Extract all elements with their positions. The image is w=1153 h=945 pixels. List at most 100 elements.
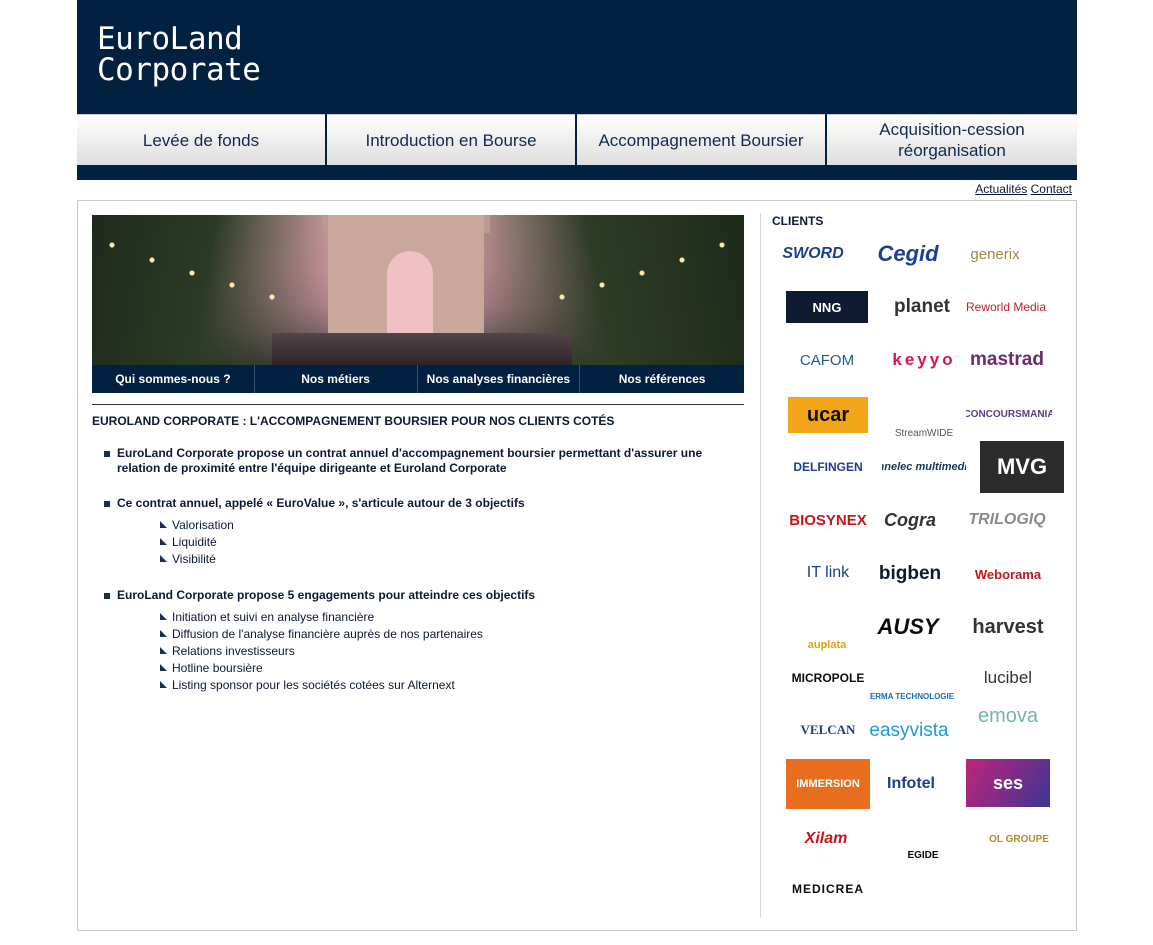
triangle-bullet-icon: [160, 664, 167, 671]
list-item: Listing sponsor pour les sociétés cotées…: [117, 677, 732, 694]
contact-link[interactable]: Contact: [1031, 182, 1072, 196]
nav-tab-label: Levée de fonds: [142, 130, 260, 150]
paragraph-1: EuroLand Corporate propose un contrat an…: [92, 446, 732, 476]
paragraph-3-text: EuroLand Corporate propose 5 engagements…: [117, 588, 536, 602]
client-logo-streamwide[interactable]: StreamWIDE: [882, 391, 966, 439]
client-logo-concoursmania[interactable]: CONCOURSMANIA: [966, 399, 1052, 429]
list-item-text: Visibilité: [172, 552, 216, 566]
client-logo-bigben[interactable]: bigben: [870, 557, 950, 591]
commitments-list: Initiation et suivi en analyse financièr…: [117, 609, 732, 694]
nav-tab-label: Acquisition-cession réorganisation: [879, 119, 1025, 161]
client-logo-ausy[interactable]: AUSY: [868, 611, 948, 643]
list-item-text: Hotline boursière: [172, 661, 263, 675]
client-logo-cogra[interactable]: Cogra: [870, 505, 950, 535]
list-item: Visibilité: [117, 551, 732, 568]
client-logo-egide[interactable]: EGIDE: [898, 815, 948, 861]
square-bullet-icon: [104, 593, 110, 599]
paragraph-2-text: Ce contrat annuel, appelé « EuroValue »,…: [117, 496, 525, 510]
nav-tab-label-line-2: réorganisation: [898, 141, 1006, 160]
triangle-bullet-icon: [160, 521, 167, 528]
list-item: Liquidité: [117, 534, 732, 551]
client-logo-nng[interactable]: NNG: [786, 291, 868, 323]
sub-navigation: Qui sommes-nous ? Nos métiers Nos analys…: [92, 365, 744, 393]
objectives-list: Valorisation Liquidité Visibilité: [117, 517, 732, 568]
client-logo-micropole[interactable]: MICROPOLE: [786, 663, 870, 693]
client-logo-delfingen[interactable]: DELFINGEN: [786, 453, 870, 481]
square-bullet-icon: [104, 501, 110, 507]
column-separator: [760, 213, 761, 917]
list-item: Relations investisseurs: [117, 643, 732, 660]
square-bullet-icon: [104, 451, 110, 457]
nav-tab-label: Accompagnement Boursier: [598, 130, 804, 150]
client-logo-mastrad[interactable]: mastrad: [966, 345, 1048, 375]
client-logo-trilogiq[interactable]: TRILOGIQ: [966, 505, 1048, 535]
list-item: Diffusion de l'analyse financière auprès…: [117, 626, 732, 643]
client-logo-cegid[interactable]: Cegid: [868, 237, 948, 271]
client-logo-cafom[interactable]: CAFOM: [786, 343, 868, 377]
list-item: Initiation et suivi en analyse financièr…: [117, 609, 732, 626]
client-logo-keyyo[interactable]: keyyo: [882, 345, 966, 375]
triangle-bullet-icon: [160, 630, 167, 637]
list-item-text: Initiation et suivi en analyse financièr…: [172, 610, 375, 624]
nav-tab-levee-de-fonds[interactable]: Levée de fonds: [77, 114, 325, 165]
client-logo-biosynex[interactable]: BIOSYNEX: [786, 505, 870, 535]
subnav-references[interactable]: Nos références: [580, 365, 744, 393]
client-logo-infotel[interactable]: Infotel: [870, 767, 952, 801]
paragraph-1-text: EuroLand Corporate propose un contrat an…: [117, 446, 703, 475]
subnav-analyses[interactable]: Nos analyses financières: [418, 365, 581, 393]
paragraph-3: EuroLand Corporate propose 5 engagements…: [92, 588, 732, 694]
nav-tab-acquisition-cession[interactable]: Acquisition-cession réorganisation: [827, 114, 1077, 165]
list-item-text: Diffusion de l'analyse financière auprès…: [172, 627, 483, 641]
hero-image-champs-elysees: [92, 215, 744, 365]
triangle-bullet-icon: [160, 613, 167, 620]
brand-line-1: EuroLand: [97, 21, 243, 57]
client-logo-immersion[interactable]: IMMERSION: [786, 759, 870, 809]
utility-links: Actualités Contact: [975, 182, 1072, 196]
nav-tab-label: Introduction en Bourse: [365, 130, 537, 150]
nav-tab-accompagnement-boursier[interactable]: Accompagnement Boursier: [577, 114, 825, 165]
list-item-text: Valorisation: [172, 518, 234, 532]
client-logo-serma[interactable]: SERMA TECHNOLOGIES: [870, 657, 954, 701]
news-link[interactable]: Actualités: [975, 182, 1027, 196]
client-logo-lucibel[interactable]: lucibel: [966, 663, 1050, 693]
client-logo-easyvista[interactable]: easyvista: [868, 713, 950, 749]
hero-street-lights: [92, 215, 744, 365]
nav-tab-introduction-bourse[interactable]: Introduction en Bourse: [327, 114, 575, 165]
client-logo-planet[interactable]: planet: [882, 291, 962, 323]
page-title: EUROLAND CORPORATE : L'ACCOMPAGNEMENT BO…: [92, 414, 615, 428]
client-logo-it-link[interactable]: IT link: [786, 549, 870, 597]
list-item: Hotline boursière: [117, 660, 732, 677]
subnav-about[interactable]: Qui sommes-nous ?: [92, 365, 255, 393]
client-logo-ol-groupe[interactable]: OL GROUPE: [978, 819, 1060, 859]
list-item-text: Listing sponsor pour les sociétés cotées…: [172, 678, 455, 692]
paragraph-2: Ce contrat annuel, appelé « EuroValue »,…: [92, 496, 732, 568]
client-logo-ucar[interactable]: ucar: [788, 397, 868, 433]
brand-line-2: Corporate: [97, 52, 261, 88]
site-header: EuroLand Corporate Levée de fonds Introd…: [77, 0, 1077, 180]
client-logo-emova[interactable]: emova: [966, 705, 1050, 753]
triangle-bullet-icon: [160, 647, 167, 654]
nav-tab-label-line-1: Acquisition-cession: [879, 120, 1025, 139]
client-logo-sword[interactable]: SWORD: [772, 239, 854, 269]
subnav-jobs[interactable]: Nos métiers: [255, 365, 418, 393]
client-logo-generix[interactable]: generix: [954, 237, 1036, 271]
main-navigation: Levée de fonds Introduction en Bourse Ac…: [77, 114, 1077, 166]
clients-heading: CLIENTS: [772, 214, 824, 228]
list-item: Valorisation: [117, 517, 732, 534]
client-logo-velcan[interactable]: VELCAN: [786, 717, 870, 743]
triangle-bullet-icon: [160, 538, 167, 545]
content-frame: Qui sommes-nous ? Nos métiers Nos analys…: [77, 200, 1077, 931]
brand-logo[interactable]: EuroLand Corporate: [97, 21, 261, 88]
client-logo-reworld-media[interactable]: Reworld Media: [966, 283, 1046, 331]
triangle-bullet-icon: [160, 681, 167, 688]
client-logo-innelec[interactable]: innelec multimedia: [882, 447, 966, 487]
client-logo-harvest[interactable]: harvest: [966, 611, 1050, 643]
client-logo-xilam[interactable]: Xilam: [786, 819, 866, 859]
client-logo-medicrea[interactable]: MEDICREA: [786, 877, 870, 901]
list-item-text: Liquidité: [172, 535, 217, 549]
client-logo-auplata[interactable]: auplata: [792, 603, 862, 651]
client-logo-weborama[interactable]: Weborama: [966, 557, 1050, 591]
section-divider: [92, 404, 744, 405]
client-logo-ses[interactable]: ses: [966, 759, 1050, 807]
client-logo-mvg[interactable]: MVG: [980, 441, 1064, 493]
